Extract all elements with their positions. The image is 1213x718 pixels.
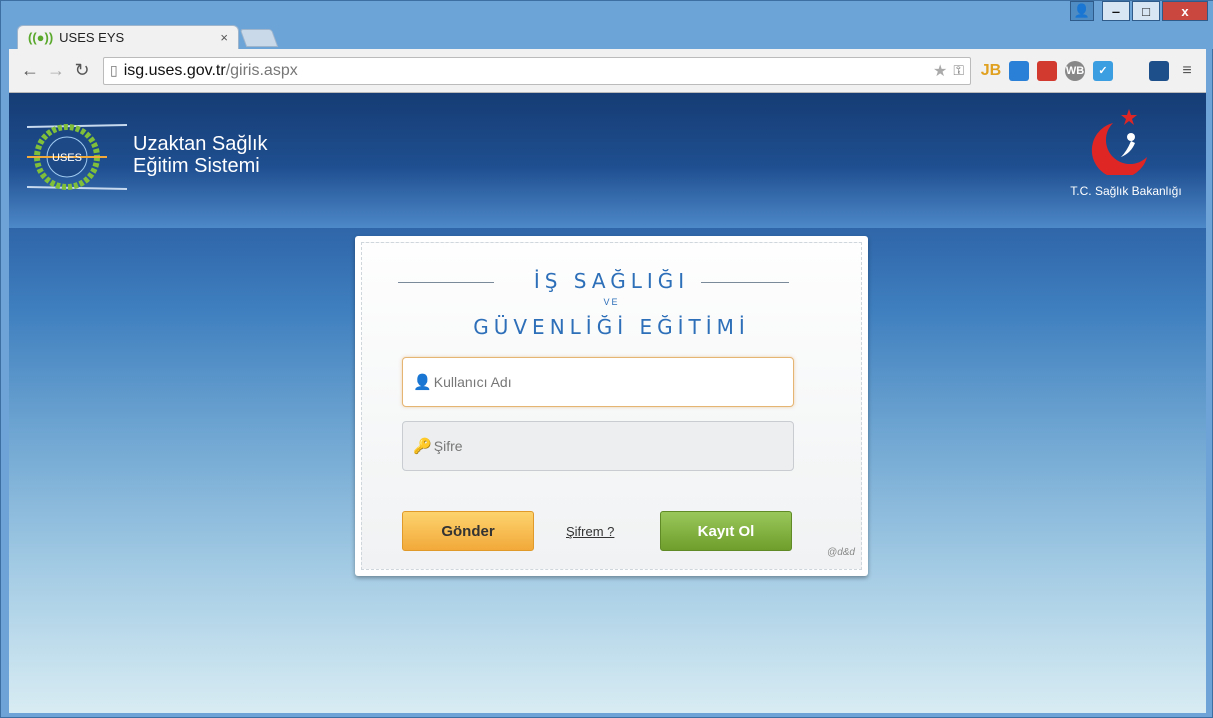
user-icon: 👤 <box>413 374 432 391</box>
minimize-button[interactable]: ‒ <box>1102 1 1130 21</box>
menu-icon[interactable]: ≡ <box>1177 61 1197 81</box>
favicon-icon: ((●)) <box>28 30 54 45</box>
address-bar[interactable]: ▯ isg.uses.gov.tr /giris.aspx ★ ⚿ <box>103 56 971 85</box>
forward-icon[interactable]: → <box>43 60 69 81</box>
user-icon[interactable]: 👤 <box>1070 1 1094 21</box>
ministry-emblem-icon <box>1091 109 1147 179</box>
credit-text: @d&d <box>827 547 855 558</box>
back-icon[interactable]: ← <box>17 60 43 81</box>
window-controls: 👤 ‒ □ x <box>1070 1 1208 21</box>
ministry-logo: T.C. Sağlık Bakanlığı <box>1056 103 1196 198</box>
grid-extension-icon[interactable] <box>1037 60 1057 81</box>
key-icon: 🔑 <box>413 438 432 455</box>
browser-window: 👤 ‒ □ x ((●)) USES EYS × ← → ↻ ▯ isg.use… <box>0 0 1213 718</box>
submit-button[interactable]: Gönder <box>402 511 534 551</box>
username-input[interactable] <box>433 374 783 390</box>
tab-close-icon[interactable]: × <box>220 30 228 45</box>
uses-logo-icon: USES <box>27 124 128 190</box>
wb-extension-icon[interactable]: WB <box>1065 60 1085 81</box>
maximize-button[interactable]: □ <box>1132 1 1160 21</box>
url-host: isg.uses.gov.tr <box>123 61 226 79</box>
ministry-label: T.C. Sağlık Bakanlığı <box>1070 184 1182 198</box>
bookmark-star-icon[interactable]: ★ <box>933 61 947 81</box>
username-field[interactable]: 👤 <box>402 357 794 407</box>
site-title-line1: Uzaktan Sağlık <box>133 133 268 155</box>
heading-ve: VE <box>603 297 620 307</box>
heading-line2: GÜVENLİĞİ EĞİTİMİ <box>473 315 750 339</box>
analytics-extension-icon[interactable] <box>1149 60 1169 81</box>
site-header: USES Uzaktan Sağlık Eğitim Sistemi T.C. … <box>9 93 1206 228</box>
heading-line1: İŞ SAĞLIĞI <box>533 269 690 293</box>
extensions-bar: JB WB ✓ ≡ <box>981 60 1197 81</box>
page-content: USES Uzaktan Sağlık Eğitim Sistemi T.C. … <box>9 93 1206 713</box>
tab-title: USES EYS <box>59 30 125 45</box>
browser-tab[interactable]: ((●)) USES EYS × <box>17 25 239 49</box>
password-field[interactable]: 🔑 <box>402 421 794 471</box>
login-form: İŞ SAĞLIĞI VE GÜVENLİĞİ EĞİTİMİ 👤 🔑 Gönd… <box>361 242 862 570</box>
browser-toolbar: ← → ↻ ▯ isg.uses.gov.tr /giris.aspx ★ ⚿ … <box>9 49 1206 93</box>
title-bar: 👤 ‒ □ x ((●)) USES EYS × <box>1 1 1213 49</box>
forgot-password-link[interactable]: Şifrem ? <box>566 524 614 539</box>
logo-text: USES <box>52 152 82 164</box>
password-input[interactable] <box>433 438 783 454</box>
url-path: /giris.aspx <box>225 61 298 79</box>
site-title-line2: Eğitim Sistemi <box>133 155 260 177</box>
jetbrains-extension-icon[interactable]: JB <box>981 61 1001 81</box>
close-window-button[interactable]: x <box>1162 1 1208 21</box>
register-button[interactable]: Kayıt Ol <box>660 511 792 551</box>
reload-icon[interactable]: ↻ <box>69 60 95 81</box>
check-extension-icon[interactable]: ✓ <box>1093 60 1113 81</box>
window-extension-icon[interactable] <box>1009 60 1029 81</box>
translate-extension-icon[interactable] <box>1121 61 1141 81</box>
key-icon[interactable]: ⚿ <box>953 62 964 79</box>
login-card: İŞ SAĞLIĞI VE GÜVENLİĞİ EĞİTİMİ 👤 🔑 Gönd… <box>355 236 868 576</box>
site-title: Uzaktan Sağlık Eğitim Sistemi <box>133 133 268 177</box>
page-icon: ▯ <box>110 62 118 78</box>
new-tab-button[interactable] <box>239 29 279 47</box>
